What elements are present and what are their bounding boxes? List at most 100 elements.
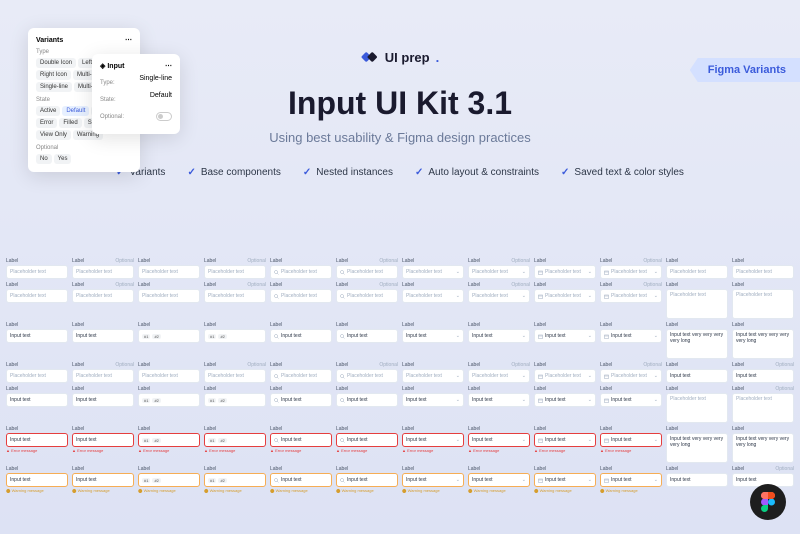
input-field[interactable]: Input text⌄ [600, 329, 662, 343]
input-field[interactable]: #1#2 [138, 329, 200, 343]
input-field[interactable]: Input text [270, 393, 332, 407]
input-field[interactable]: Placeholder text [138, 289, 200, 303]
input-field[interactable]: Input text⌄ [600, 473, 662, 487]
input-field[interactable]: Placeholder text [6, 265, 68, 279]
input-field[interactable]: Input text⌄ [468, 473, 530, 487]
input-field[interactable]: Placeholder text [270, 289, 332, 303]
chip-yes[interactable]: Yes [54, 154, 72, 164]
input-field[interactable]: Input text⌄ [402, 433, 464, 447]
input-field[interactable]: Input text [270, 329, 332, 343]
input-field[interactable]: Input text [666, 369, 728, 383]
chip-view-only[interactable]: View Only [36, 130, 71, 140]
input-field[interactable]: Input text⌄ [468, 329, 530, 343]
input-field[interactable]: Input text [270, 473, 332, 487]
input-field[interactable]: Placeholder text [270, 265, 332, 279]
input-field[interactable]: Input text⌄ [534, 329, 596, 343]
textarea[interactable]: Placeholder text [732, 289, 794, 319]
tag[interactable]: #2 [218, 334, 226, 339]
chip-right-icon[interactable]: Right Icon [36, 70, 71, 80]
input-field[interactable]: Input text⌄ [600, 393, 662, 407]
input-field[interactable]: Placeholder text⌄ [402, 369, 464, 383]
chip-double-icon[interactable]: Double Icon [36, 58, 76, 68]
chip-no[interactable]: No [36, 154, 52, 164]
tag[interactable]: #2 [218, 398, 226, 403]
input-field[interactable]: #1#2 [138, 473, 200, 487]
input-field[interactable]: Placeholder text⌄ [534, 289, 596, 303]
input-field[interactable]: Input text [732, 369, 794, 383]
input-field[interactable]: Placeholder text [336, 265, 398, 279]
input-field[interactable]: Input text [72, 473, 134, 487]
tag[interactable]: #1 [142, 334, 150, 339]
textarea[interactable]: Placeholder text [666, 393, 728, 423]
more-icon[interactable]: ⋯ [125, 36, 132, 44]
input-field[interactable]: Placeholder text [72, 265, 134, 279]
tag[interactable]: #1 [208, 398, 216, 403]
input-field[interactable]: Input text [336, 393, 398, 407]
textarea[interactable]: Input text very very very very long [732, 329, 794, 359]
input-field[interactable]: Placeholder text [6, 289, 68, 303]
textarea[interactable]: Input text very very very very long [732, 433, 794, 463]
input-field[interactable]: #1#2 [138, 393, 200, 407]
input-field[interactable]: Placeholder text [204, 369, 266, 383]
input-field[interactable]: Input text⌄ [468, 433, 530, 447]
input-field[interactable]: Input text [666, 473, 728, 487]
prop-type-value[interactable]: Single-line [139, 75, 172, 89]
tag[interactable]: #2 [152, 438, 160, 443]
tag[interactable]: #1 [208, 478, 216, 483]
input-field[interactable]: Placeholder text⌄ [402, 265, 464, 279]
input-field[interactable]: Placeholder text⌄ [402, 289, 464, 303]
input-field[interactable]: Placeholder text [204, 289, 266, 303]
input-field[interactable]: Input text⌄ [402, 473, 464, 487]
input-field[interactable]: Placeholder text [204, 265, 266, 279]
chip-single-line[interactable]: Single-line [36, 82, 72, 92]
tag[interactable]: #2 [152, 398, 160, 403]
input-field[interactable]: #1#2 [138, 433, 200, 447]
input-field[interactable]: Input text [336, 433, 398, 447]
input-field[interactable]: Placeholder text⌄ [468, 265, 530, 279]
chip-active[interactable]: Active [36, 106, 60, 116]
tag[interactable]: #2 [218, 438, 226, 443]
input-field[interactable]: Input text⌄ [402, 393, 464, 407]
textarea[interactable]: Placeholder text [666, 289, 728, 319]
prop-state-value[interactable]: Default [150, 92, 172, 106]
input-field[interactable]: Input text⌄ [534, 393, 596, 407]
input-field[interactable]: Input text [6, 473, 68, 487]
input-field[interactable]: Input text⌄ [534, 473, 596, 487]
textarea[interactable]: Input text very very very very long [666, 329, 728, 359]
input-field[interactable]: Placeholder text [666, 265, 728, 279]
input-field[interactable]: #1#2 [204, 433, 266, 447]
input-field[interactable]: Placeholder text [732, 265, 794, 279]
input-field[interactable]: #1#2 [204, 393, 266, 407]
input-field[interactable]: Placeholder text [336, 369, 398, 383]
input-field[interactable]: Placeholder text⌄ [600, 289, 662, 303]
textarea[interactable]: Placeholder text [732, 393, 794, 423]
input-field[interactable]: Input text [336, 473, 398, 487]
input-field[interactable]: #1#2 [204, 473, 266, 487]
input-field[interactable]: Input text⌄ [402, 329, 464, 343]
input-field[interactable]: Input text [336, 329, 398, 343]
input-field[interactable]: Placeholder text [138, 369, 200, 383]
chip-filled[interactable]: Filled [59, 118, 81, 128]
figma-button[interactable] [750, 484, 786, 520]
input-field[interactable]: Placeholder text⌄ [468, 369, 530, 383]
input-field[interactable]: Input text⌄ [534, 433, 596, 447]
input-field[interactable]: Placeholder text [72, 289, 134, 303]
input-field[interactable]: Input text⌄ [468, 393, 530, 407]
tag[interactable]: #2 [218, 478, 226, 483]
tag[interactable]: #1 [142, 478, 150, 483]
input-field[interactable]: Input text [72, 393, 134, 407]
input-field[interactable]: Input text [72, 433, 134, 447]
input-field[interactable]: Input text [6, 433, 68, 447]
input-field[interactable]: #1#2 [204, 329, 266, 343]
optional-toggle[interactable] [156, 112, 172, 121]
input-field[interactable]: Placeholder text [270, 369, 332, 383]
input-field[interactable]: Placeholder text⌄ [534, 265, 596, 279]
input-field[interactable]: Placeholder text [138, 265, 200, 279]
input-field[interactable]: Placeholder text⌄ [534, 369, 596, 383]
tag[interactable]: #2 [152, 478, 160, 483]
input-field[interactable]: Input text [6, 329, 68, 343]
input-field[interactable]: Placeholder text [336, 289, 398, 303]
textarea[interactable]: Input text very very very very long [666, 433, 728, 463]
input-field[interactable]: Placeholder text [72, 369, 134, 383]
input-field[interactable]: Placeholder text⌄ [600, 265, 662, 279]
